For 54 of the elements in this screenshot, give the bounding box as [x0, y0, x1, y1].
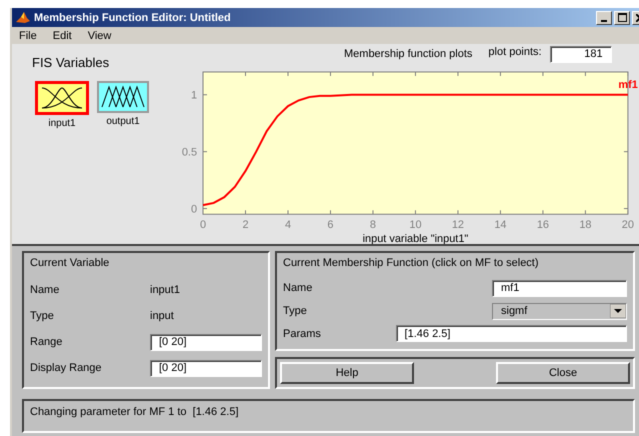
field-label: Type	[283, 305, 308, 317]
display-range-field[interactable]: [0 20]	[150, 360, 262, 376]
maximize-icon	[618, 13, 626, 22]
field-label: Params	[283, 328, 322, 340]
plot-title: Membership function plots	[344, 48, 472, 60]
params-field[interactable]: [1.46 2.5]	[396, 325, 627, 342]
panel-title: Current Variable	[30, 257, 110, 269]
output-variable-icon[interactable]	[97, 81, 149, 113]
x-tick-label: 2	[242, 219, 249, 232]
fis-variables-heading: FIS Variables	[32, 55, 110, 70]
x-tick-label: 18	[579, 219, 592, 232]
field-label: Name	[30, 284, 60, 296]
x-tick-label: 12	[452, 219, 464, 232]
dialog-button[interactable]: Help	[280, 362, 414, 384]
field-label: Display Range	[30, 362, 103, 374]
field-label: Type	[30, 310, 55, 322]
dialog-button[interactable]: Close	[496, 362, 630, 384]
y-tick-label: 0	[190, 203, 198, 216]
peak-icon	[15, 10, 31, 26]
minimize-button[interactable]	[596, 10, 612, 24]
x-axis-label: input variable "input1"	[362, 233, 468, 244]
mf-type-dropdown[interactable]: sigmf	[492, 302, 627, 320]
menu-item[interactable]: View	[88, 30, 112, 42]
x-tick-label: 16	[536, 219, 549, 232]
variable-name: input1	[150, 284, 180, 296]
membership-curve[interactable]	[202, 94, 628, 206]
x-tick-label: 6	[327, 219, 334, 232]
plot-points-label: plot points:	[488, 46, 542, 58]
mf-name-field[interactable]: mf1	[492, 280, 627, 297]
input-variable-icon[interactable]	[35, 81, 89, 115]
window-title: Membership Function Editor: Untitled	[34, 12, 231, 24]
maximize-button[interactable]	[614, 10, 630, 24]
x-tick-label: 10	[409, 219, 422, 232]
panel-title: Current Membership Function (click on MF to select)	[283, 257, 540, 269]
x-tick-label: 4	[284, 219, 292, 232]
y-tick-label: 0.5	[182, 146, 198, 159]
field-label: Name	[283, 282, 314, 294]
minimize-icon	[601, 20, 607, 22]
x-tick-label: 20	[622, 219, 634, 232]
variable-type: input	[150, 310, 174, 322]
range-field[interactable]: [0 20]	[150, 334, 262, 350]
status-message: Changing parameter for MF 1 to [1.46 2.5]	[30, 406, 239, 418]
variable-label: output1	[106, 116, 140, 127]
x-tick-label: 14	[494, 219, 507, 232]
menu-item[interactable]: File	[19, 30, 37, 42]
variable-label: input1	[48, 118, 76, 129]
x-tick-label: 8	[370, 219, 376, 232]
dropdown-arrow-icon	[610, 304, 626, 318]
plot-points-field[interactable]: 181	[550, 46, 612, 63]
y-tick-label: 1	[190, 90, 198, 102]
x-tick-label: 0	[200, 219, 206, 232]
curve-label: mf1	[618, 78, 638, 91]
field-label: Range	[30, 336, 64, 348]
menu-item[interactable]: Edit	[52, 30, 72, 42]
